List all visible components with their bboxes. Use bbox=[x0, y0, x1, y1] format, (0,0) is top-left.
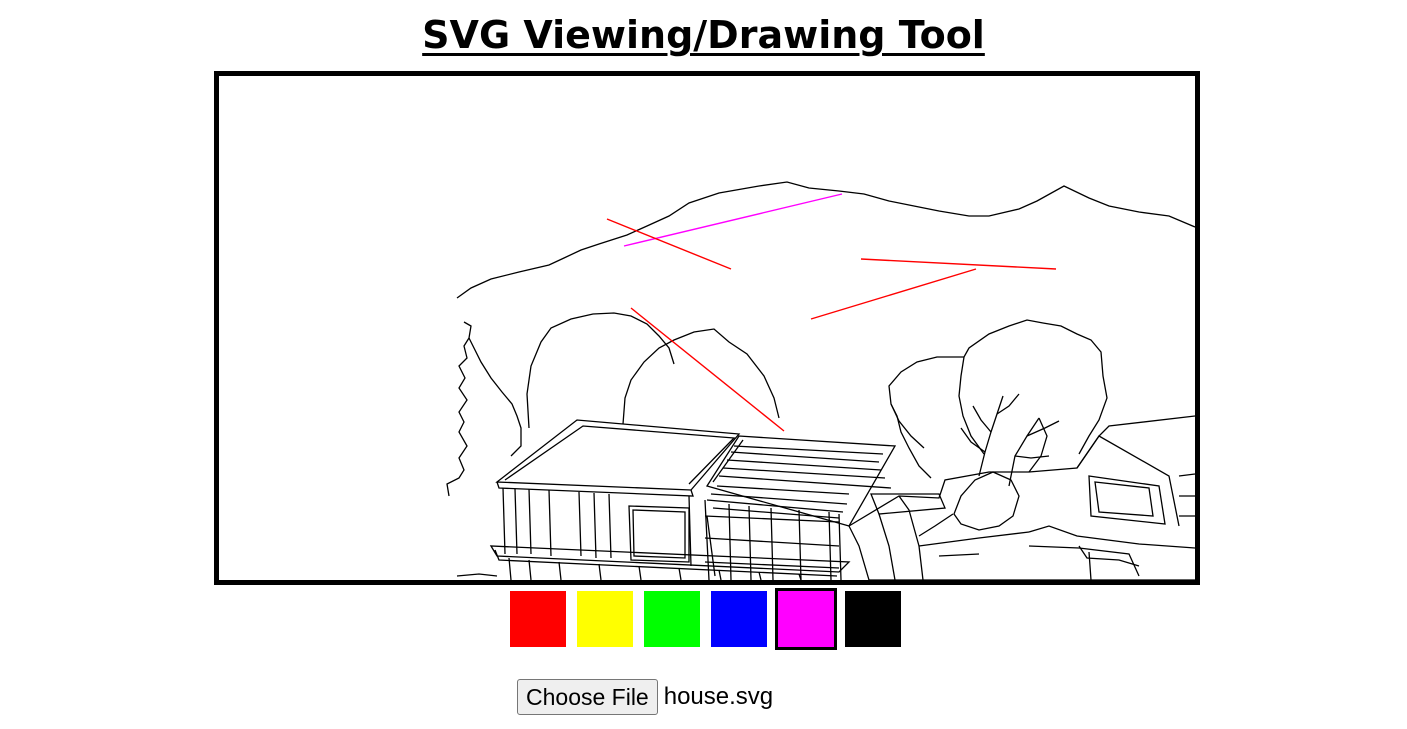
color-swatch-green[interactable] bbox=[644, 591, 700, 647]
drawing-canvas[interactable] bbox=[214, 71, 1200, 585]
stroke-red-4 bbox=[630, 307, 785, 432]
user-strokes bbox=[606, 193, 1057, 432]
stroke-magenta bbox=[623, 193, 843, 247]
color-swatch-yellow[interactable] bbox=[577, 591, 633, 647]
color-swatch-red[interactable] bbox=[510, 591, 566, 647]
stroke-red-1 bbox=[606, 218, 732, 270]
color-swatch-blue[interactable] bbox=[711, 591, 767, 647]
stroke-red-2 bbox=[860, 258, 1057, 270]
color-swatch-magenta[interactable] bbox=[775, 588, 837, 650]
svg-drawing-surface[interactable] bbox=[219, 76, 1195, 580]
page-title: SVG Viewing/Drawing Tool bbox=[422, 13, 985, 57]
stroke-red-3 bbox=[810, 268, 977, 320]
house-line-drawing bbox=[446, 181, 1195, 580]
file-input: Choose File house.svg bbox=[517, 679, 773, 715]
selected-file-name: house.svg bbox=[663, 683, 774, 710]
choose-file-button[interactable]: Choose File bbox=[517, 679, 658, 715]
color-swatch-black[interactable] bbox=[845, 591, 901, 647]
